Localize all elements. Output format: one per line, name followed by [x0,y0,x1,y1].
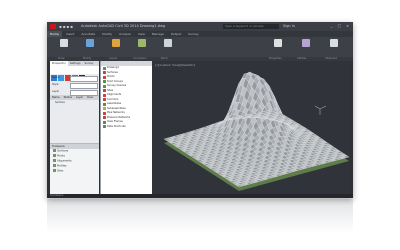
tree-list: Drawing1 Surfaces Points Point Groups Survey… [101,66,152,129]
tree-item-label: Data Shortcuts [107,124,126,128]
layer-field: Layer [50,88,99,96]
tree-item-label: Surfaces [107,70,118,74]
tree-item-label: Point Groups [107,79,123,83]
list-item-label: Profiles [57,164,67,168]
style-field: Style [50,81,99,89]
tree-node-icon [103,80,106,84]
column-layer[interactable]: Layer [76,96,83,99]
properties-icon [274,39,282,47]
prospector-tree: Drawing1 Surfaces Points Point Groups Survey… [100,61,152,194]
tree-item-label: Survey Queries [107,84,127,87]
drawing-viewport[interactable]: [-][Custom View][Realistic] [152,61,350,194]
tree-item-label: View Frames [107,120,123,123]
layer-label: Layer [52,90,60,93]
command-line[interactable]: Command: [47,194,353,198]
folder-icon [53,169,56,172]
tree-node-icon [103,125,106,129]
folder-icon [53,149,56,152]
style-label: Style [52,83,59,86]
column-status[interactable]: Status [64,96,72,99]
tree-item-label: Alignments [107,93,122,96]
tree-item-label: Points [107,75,115,78]
tool-icon-row [50,66,99,81]
window-reflection [47,199,353,233]
toolspace-lower-panel: Toolspace Surfaces Points Alignments Pro… [50,143,99,195]
tree-item-label: Pressure Networks [107,115,131,119]
application-window: ▪▪▪▪ Autodesk AutoCAD Civil 3D 2014 Draw… [47,22,353,198]
tree-item-label: Corridors [107,97,119,101]
layers-icon [112,39,120,47]
viewport-controls-label[interactable]: [-][Custom View][Realistic] [155,63,195,67]
terrain-surface-mesh [163,71,350,191]
annotation-icon [138,39,146,47]
app-logo[interactable] [50,24,56,29]
ucs-icon [314,105,327,115]
list-item-label: Alignments [57,159,72,163]
ribbon-group-properties[interactable] [267,39,289,55]
clipboard-icon [330,39,338,47]
modify-icon [86,39,94,47]
layer-input[interactable] [70,89,98,96]
tree-node-icon [103,84,106,88]
tree-item-label: Drawing1 [107,66,119,69]
tree-node-icon [103,89,106,93]
column-name[interactable]: Name [52,96,60,99]
list-item-label: Points [57,154,65,158]
ribbon-group-utilities[interactable] [295,39,317,55]
ribbon-group-block[interactable] [157,39,179,55]
tree-item-label: Subassemblies [107,106,126,110]
tree-node-icon [103,98,106,102]
tree-node-icon [103,107,106,111]
utilities-icon [302,39,310,47]
table-row[interactable]: Surface [50,100,99,105]
tree-node-icon [103,120,106,124]
tree-node-icon [103,93,106,97]
tree-node-icon [103,116,106,120]
tree-node-icon [103,111,106,115]
draw-icon [60,39,68,47]
tree-item-label: Sites [107,88,114,92]
search-input[interactable]: Type a keyword or phrase [223,24,279,29]
tree-node-icon [103,71,106,75]
tree-item-label: Pipe Networks [107,111,125,114]
tree-node-icon [103,75,106,79]
list-item-label: Surfaces [57,149,69,153]
sign-in-button[interactable]: Sign In [283,22,295,31]
ribbon-group-clipboard[interactable] [323,39,345,55]
quick-access-toolbar[interactable]: ▪▪▪▪ [59,22,74,31]
block-icon [164,39,172,47]
folder-icon [53,164,56,167]
name-label: Name [52,76,60,79]
toolspace-panel: Prospector Settings Survey Name Style Laye… [50,61,99,195]
ribbon-group-draw[interactable] [53,39,75,55]
ribbon-group-modify[interactable] [79,39,101,55]
list-item-label: Sites [57,169,64,173]
tree-node-icon [103,66,106,70]
ribbon-group-layers[interactable] [105,39,127,55]
column-desc[interactable]: Desc [87,96,93,99]
name-field: Name [50,74,99,82]
folder-icon [53,159,56,162]
title-bar: ▪▪▪▪ Autodesk AutoCAD Civil 3D 2014 Draw… [47,22,353,31]
ribbon-panel [47,37,353,57]
list-item[interactable]: Sites [50,169,99,174]
ribbon-group-annotation[interactable] [131,39,153,55]
window-title: Autodesk AutoCAD Civil 3D 2014 Drawing1.… [81,24,166,28]
folder-icon [53,154,56,157]
tree-node-icon [103,102,106,106]
tree-item-label: Assemblies [107,102,122,105]
window-controls[interactable]: _ □ × [331,22,351,31]
tree-item[interactable]: Data Shortcuts [101,125,152,130]
